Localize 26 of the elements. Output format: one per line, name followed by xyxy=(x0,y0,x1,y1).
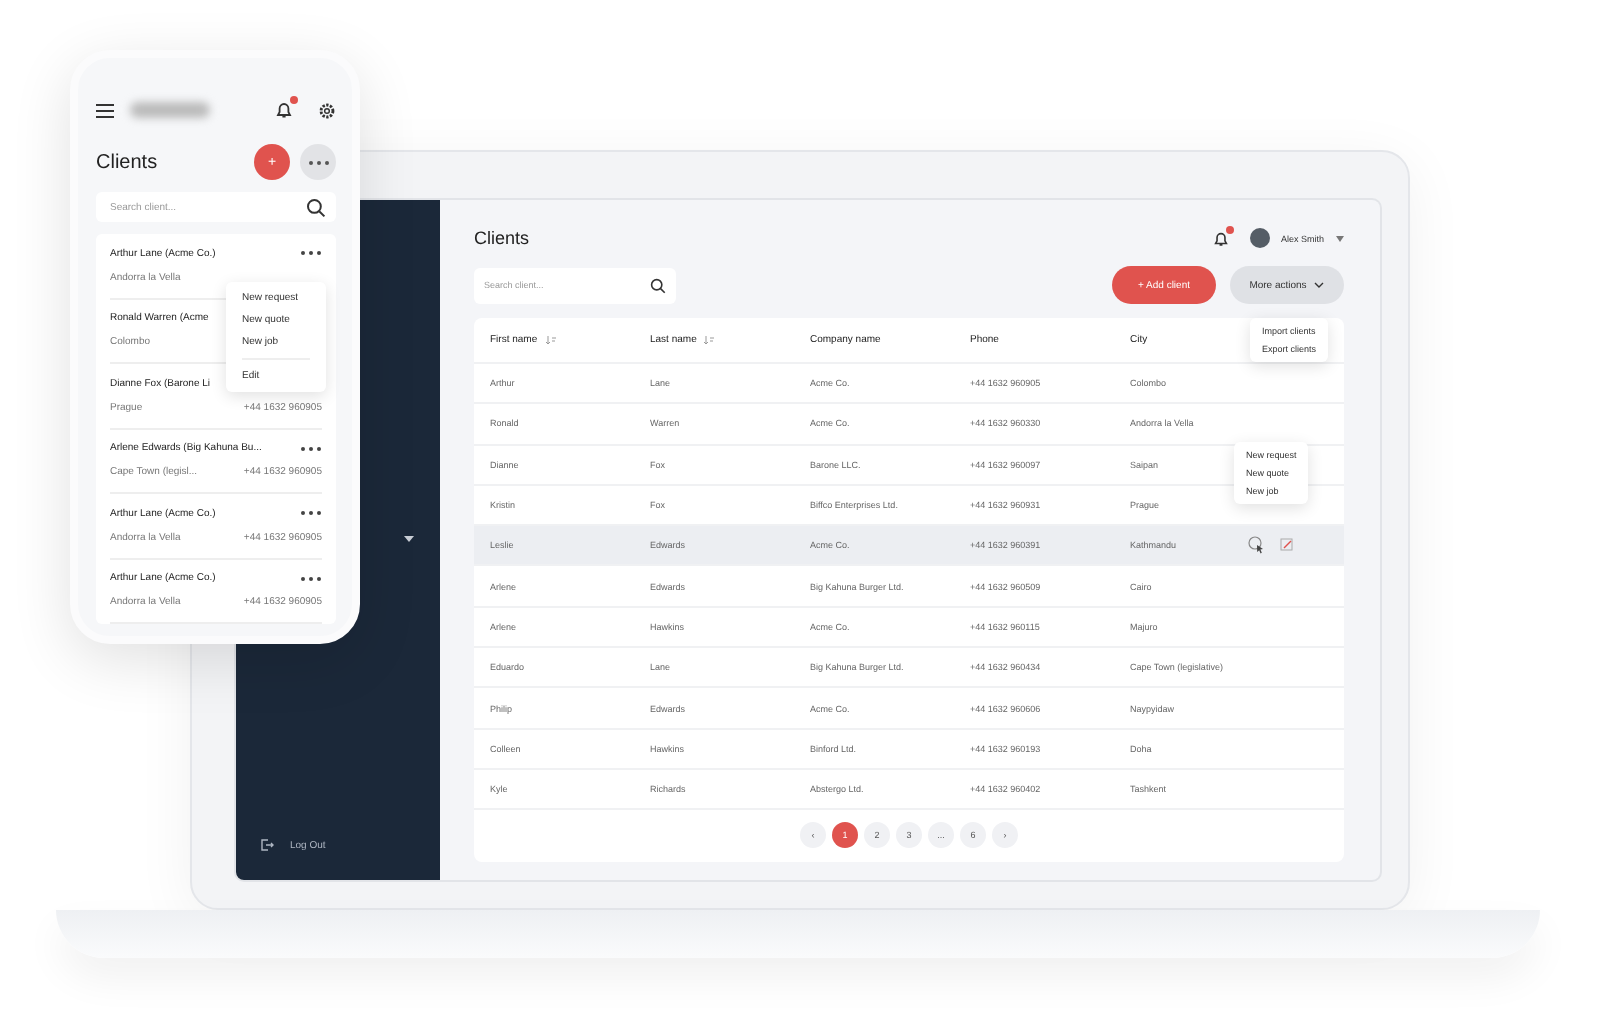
sort-icon[interactable] xyxy=(704,336,715,344)
page-title: Clients xyxy=(96,151,160,173)
more-dots-icon[interactable] xyxy=(300,510,322,517)
search-icon xyxy=(650,277,666,293)
logout-icon[interactable] xyxy=(260,838,274,852)
more-button[interactable] xyxy=(300,144,336,180)
more-dots-icon[interactable] xyxy=(300,250,322,257)
avatar[interactable] xyxy=(1250,228,1271,248)
search-icon xyxy=(306,197,326,217)
blurred-logo xyxy=(130,102,210,118)
menu-icon[interactable] xyxy=(96,103,114,117)
caret-icon[interactable] xyxy=(404,536,414,542)
more-dots-icon[interactable] xyxy=(300,445,322,452)
chevron-icon xyxy=(1314,282,1325,288)
settings-icon[interactable] xyxy=(318,101,336,119)
sort-icon[interactable] xyxy=(545,336,556,344)
edit-icon[interactable] xyxy=(1280,538,1294,553)
more-dots-icon[interactable] xyxy=(300,575,322,582)
more-dots-icon[interactable] xyxy=(307,159,329,165)
notification-badge xyxy=(1226,225,1235,233)
bell-icon[interactable] xyxy=(1212,229,1231,247)
info-cursor-icon[interactable] xyxy=(1248,536,1264,555)
caret-icon[interactable] xyxy=(1336,235,1344,241)
bell-icon[interactable] xyxy=(274,100,294,120)
page-title: Clients xyxy=(474,228,530,248)
notification-badge xyxy=(290,96,298,104)
